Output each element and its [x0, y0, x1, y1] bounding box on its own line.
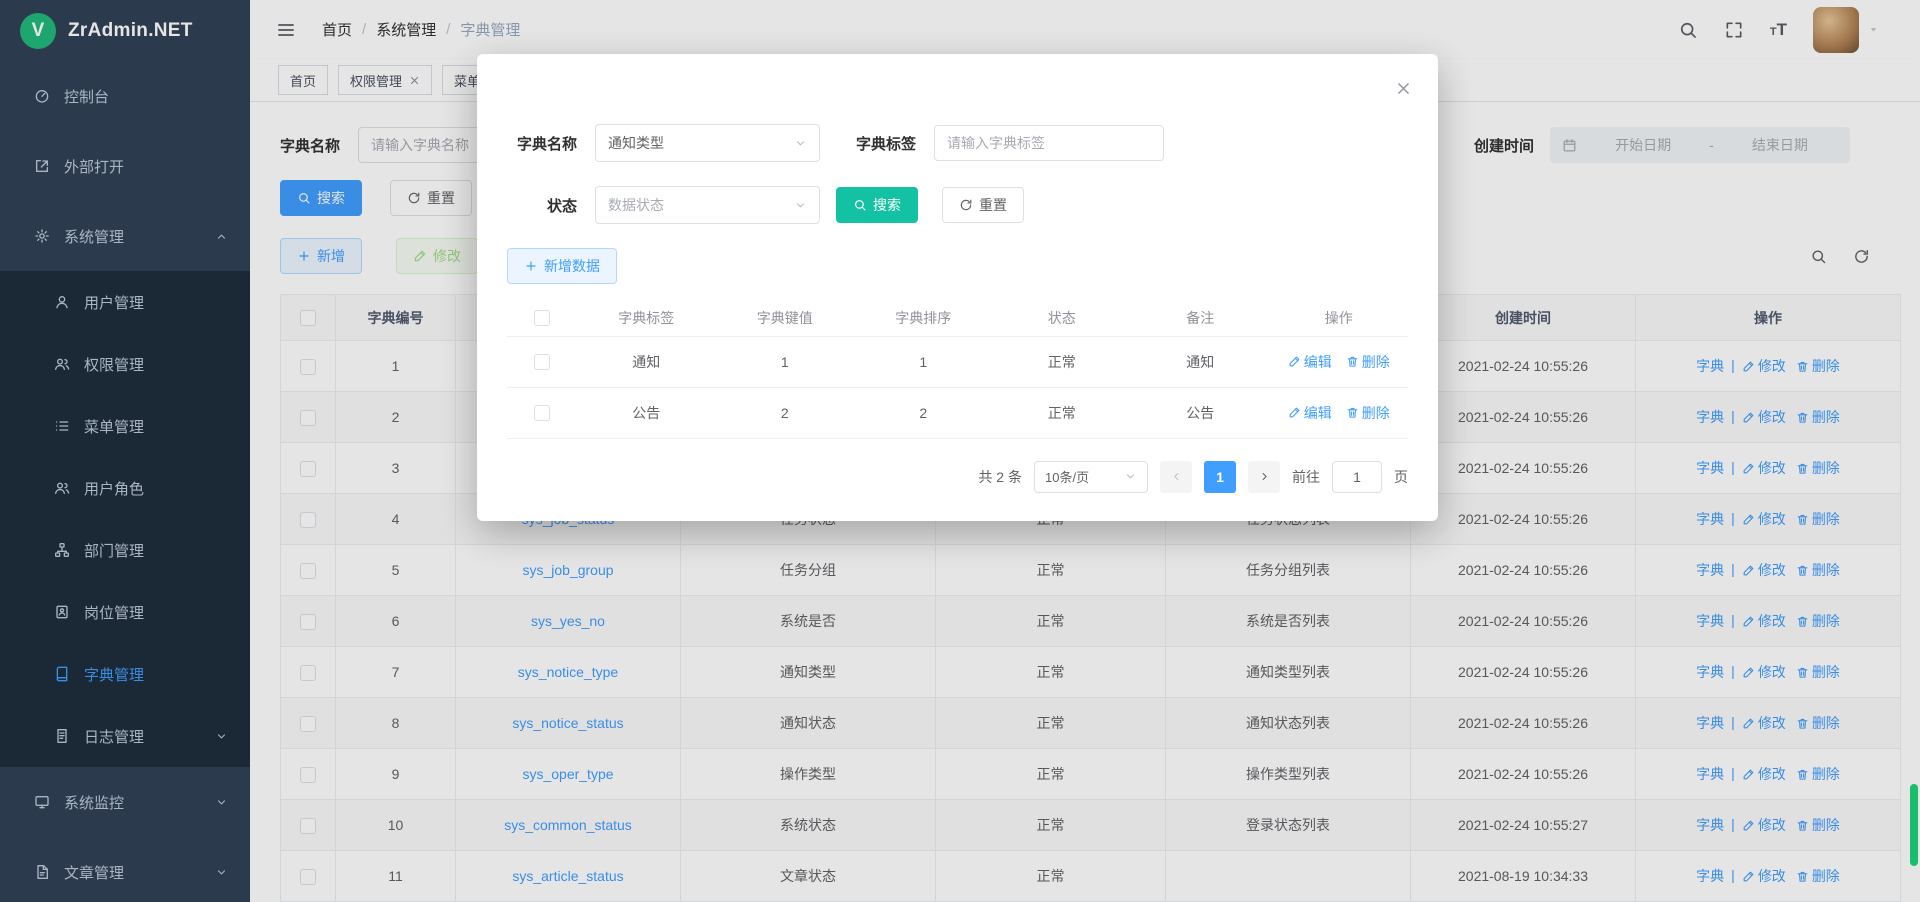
status-cell: 正常 [993, 336, 1132, 387]
page-size-value: 10条/页 [1045, 467, 1089, 486]
select-all-checkbox[interactable] [534, 310, 550, 326]
dict-sort-cell: 1 [854, 336, 993, 387]
dict-data-table: 字典标签 字典键值 字典排序 状态 备注 操作 通知 1 1 正常 通知 编辑删… [507, 300, 1408, 439]
dialog-form-actions: 搜索 重置 [836, 187, 1024, 223]
status-cell: 正常 [993, 387, 1132, 438]
dict-value-cell: 2 [716, 387, 855, 438]
next-page-button[interactable] [1248, 461, 1280, 493]
trash-icon [1346, 406, 1359, 419]
dialog-form-row: 状态 数据状态 搜索 重置 [507, 186, 1408, 224]
dialog-search-button[interactable]: 搜索 [836, 187, 918, 223]
trash-icon [1346, 355, 1359, 368]
close-icon [1395, 80, 1412, 97]
dict-sort-cell: 2 [854, 387, 993, 438]
dialog-search-label: 搜索 [873, 195, 901, 215]
goto-label: 前往 [1292, 467, 1320, 487]
dialog-add-data-button[interactable]: 新增数据 [507, 248, 617, 284]
row-checkbox[interactable] [534, 405, 550, 421]
col-dict-tag: 字典标签 [577, 300, 716, 336]
page-size-select[interactable]: 10条/页 [1034, 461, 1148, 493]
col-remark: 备注 [1131, 300, 1270, 336]
ops-cell: 编辑删除 [1270, 336, 1409, 387]
col-dict-value: 字典键值 [716, 300, 855, 336]
dialog-status-select[interactable]: 数据状态 [595, 186, 820, 224]
goto-page-input[interactable] [1332, 461, 1382, 493]
dialog-status-label: 状态 [507, 195, 577, 216]
delete-link[interactable]: 删除 [1346, 403, 1390, 423]
dialog-close-button[interactable] [1395, 80, 1412, 97]
plus-icon [524, 259, 538, 273]
search-icon [853, 198, 867, 212]
dialog-status-placeholder: 数据状态 [608, 195, 664, 215]
current-page-button[interactable]: 1 [1204, 461, 1236, 493]
chevron-down-icon [1124, 470, 1137, 483]
chevron-down-icon [794, 137, 807, 150]
remark-cell: 通知 [1131, 336, 1270, 387]
dialog-dict-tag-label: 字典标签 [846, 133, 916, 154]
row-checkbox[interactable] [534, 354, 550, 370]
pagination-total: 共 2 条 [978, 467, 1022, 487]
dialog-dict-tag-input[interactable] [934, 125, 1164, 161]
dialog-reset-button[interactable]: 重置 [942, 187, 1024, 223]
dict-value-cell: 1 [716, 336, 855, 387]
dialog-form-row: 字典名称 通知类型 字典标签 [507, 124, 1408, 162]
dict-tag-cell: 公告 [577, 387, 716, 438]
table-row: 通知 1 1 正常 通知 编辑删除 [507, 336, 1408, 387]
col-dict-sort: 字典排序 [854, 300, 993, 336]
page-scrollbar-thumb[interactable] [1910, 784, 1918, 866]
edit-icon [1288, 355, 1301, 368]
table-header-row: 字典标签 字典键值 字典排序 状态 备注 操作 [507, 300, 1408, 336]
dialog-dict-name-value: 通知类型 [608, 133, 664, 153]
chevron-left-icon [1170, 470, 1183, 483]
refresh-icon [959, 198, 973, 212]
table-row: 公告 2 2 正常 公告 编辑删除 [507, 387, 1408, 438]
chevron-right-icon [1258, 470, 1271, 483]
ops-cell: 编辑删除 [1270, 387, 1409, 438]
dialog-reset-label: 重置 [979, 195, 1007, 215]
edit-link[interactable]: 编辑 [1288, 403, 1332, 423]
col-ops: 操作 [1270, 300, 1409, 336]
chevron-down-icon [794, 199, 807, 212]
edit-link[interactable]: 编辑 [1288, 352, 1332, 372]
goto-suffix: 页 [1394, 467, 1408, 487]
dialog-add-data-label: 新增数据 [544, 256, 600, 276]
remark-cell: 公告 [1131, 387, 1270, 438]
dict-tag-cell: 通知 [577, 336, 716, 387]
dict-data-dialog: 字典名称 通知类型 字典标签 状态 数据状态 搜索 重置 新增数据 [477, 54, 1438, 521]
dialog-dict-name-select[interactable]: 通知类型 [595, 124, 820, 162]
dialog-dict-name-label: 字典名称 [507, 133, 577, 154]
col-status: 状态 [993, 300, 1132, 336]
edit-icon [1288, 406, 1301, 419]
prev-page-button[interactable] [1160, 461, 1192, 493]
delete-link[interactable]: 删除 [1346, 352, 1390, 372]
pagination: 共 2 条 10条/页 1 前往 页 [507, 461, 1408, 493]
